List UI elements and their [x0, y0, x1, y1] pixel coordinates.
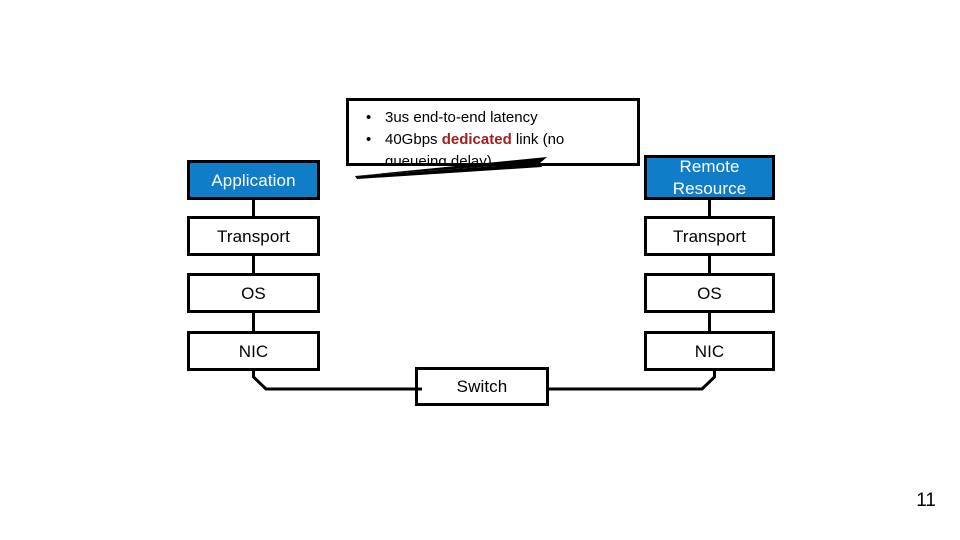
page-number: 11	[916, 490, 936, 511]
right-layer-nic-label: NIC	[694, 341, 725, 361]
left-layer-application-label: Application	[211, 170, 296, 190]
left-layer-application[interactable]: Application	[187, 160, 320, 200]
right-layer-remote-resource-label-line1: Remote	[679, 156, 740, 176]
callout-bullet-item-2: • 40Gbps dedicated link (no queueing del…	[349, 129, 637, 166]
left-layer-os[interactable]: OS	[187, 273, 320, 313]
callout-bullet-text-2-pre: 40Gbps	[385, 131, 442, 148]
right-layer-nic[interactable]: NIC	[644, 331, 775, 371]
left-layer-nic[interactable]: NIC	[187, 331, 320, 371]
right-layer-remote-resource-label-line2: Resource	[672, 178, 747, 198]
network-switch-label: Switch	[456, 377, 508, 396]
right-layer-remote-resource[interactable]: Remote Resource	[644, 155, 775, 200]
right-layer-os-label: OS	[697, 283, 722, 303]
callout-bullet-item-1: • 3us end-to-end latency	[349, 107, 637, 129]
callout-bullet-text-2-post: link (no	[511, 131, 565, 148]
slide-canvas: • 3us end-to-end latency • 40Gbps dedica…	[0, 0, 960, 540]
right-layer-os[interactable]: OS	[644, 273, 775, 313]
connector-right-transport-os	[708, 255, 711, 274]
left-layer-nic-label: NIC	[238, 341, 269, 361]
callout-box: • 3us end-to-end latency • 40Gbps dedica…	[346, 98, 640, 166]
link-right-nic-to-switch	[546, 369, 716, 391]
left-layer-transport[interactable]: Transport	[187, 216, 320, 256]
callout-emphasis-word: dedicated	[441, 131, 512, 148]
connector-right-os-nic	[708, 312, 711, 332]
right-layer-transport-label: Transport	[672, 226, 747, 246]
callout-bullet-list: • 3us end-to-end latency • 40Gbps dedica…	[349, 101, 637, 166]
connector-right-resource-transport	[708, 199, 711, 217]
link-left-nic-to-switch	[252, 369, 422, 391]
network-switch[interactable]: Switch	[415, 367, 549, 406]
callout-bullet-text-2-wrap: queueing delay)	[385, 153, 492, 166]
right-layer-transport[interactable]: Transport	[644, 216, 775, 256]
connector-left-transport-os	[252, 255, 255, 274]
left-layer-transport-label: Transport	[216, 226, 291, 246]
bullet-marker-icon: •	[366, 131, 372, 148]
bullet-marker-icon: •	[366, 109, 372, 126]
callout-bullet-text-1: 3us end-to-end latency	[385, 109, 538, 126]
left-layer-os-label: OS	[241, 283, 266, 303]
connector-left-os-nic	[252, 312, 255, 332]
connector-left-app-transport	[252, 199, 255, 217]
